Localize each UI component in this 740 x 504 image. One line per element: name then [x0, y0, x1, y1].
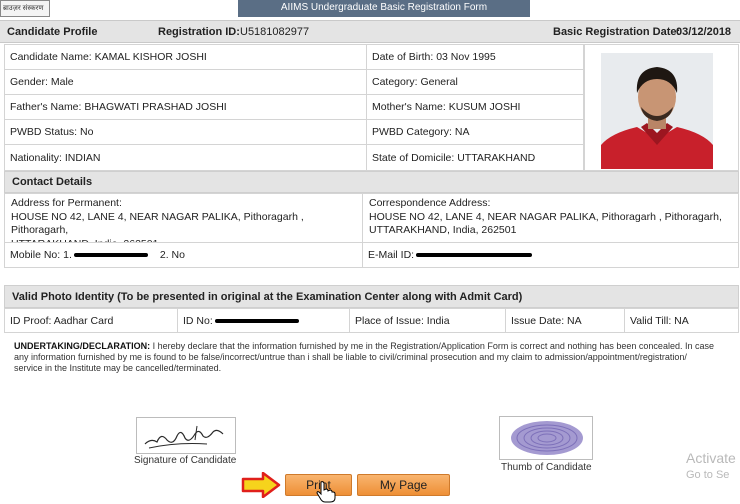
pwbd-category: PWBD Category: NA: [366, 119, 584, 145]
activation-watermark-sub: Go to Se: [686, 469, 730, 481]
pwbd-status: PWBD Status: No: [4, 119, 367, 145]
contact-details-heading: Contact Details: [4, 171, 739, 193]
nationality: Nationality: INDIAN: [4, 144, 367, 171]
gender: Gender: Male: [4, 69, 367, 95]
arrow-right-icon: [241, 472, 281, 498]
profile-heading: Candidate Profile: [7, 26, 98, 38]
permanent-address: Address for Permanent: HOUSE NO 42, LANE…: [4, 193, 363, 250]
activation-watermark: Activate: [686, 450, 736, 466]
thumb-caption: Thumb of Candidate: [501, 462, 592, 473]
redaction-mark: [416, 253, 533, 257]
father-name: Father's Name: BHAGWATI PRASHAD JOSHI: [4, 94, 367, 120]
issue-date: Issue Date: NA: [505, 308, 625, 333]
declaration: UNDERTAKING/DECLARATION: I hereby declar…: [14, 341, 714, 375]
id-proof: ID Proof: Aadhar Card: [4, 308, 178, 333]
registration-label: Registration ID:: [158, 26, 240, 38]
candidate-photo-cell: [584, 44, 739, 171]
signature-caption: Signature of Candidate: [134, 455, 237, 466]
mother-name: Mother's Name: KUSUM JOSHI: [366, 94, 584, 120]
id-number: ID No:: [177, 308, 350, 333]
registration-date: 03/12/2018: [676, 26, 732, 38]
category: Category: General: [366, 69, 584, 95]
correspondence-address: Correspondence Address: HOUSE NO 42, LAN…: [362, 193, 739, 243]
registration-date-label: Basic Registration Date:: [553, 26, 681, 38]
redaction-mark: [73, 253, 148, 257]
top-strip: ब्राउज़र संस्करण AIIMS Undergraduate Bas…: [0, 0, 740, 19]
valid-till: Valid Till: NA: [624, 308, 739, 333]
registration-id: U5181082977: [240, 26, 310, 38]
date-of-birth: Date of Birth: 03 Nov 1995: [366, 44, 584, 70]
candidate-photo: [601, 53, 713, 169]
candidate-name: Candidate Name: KAMAL KISHOR JOSHI: [4, 44, 367, 70]
my-page-button[interactable]: My Page: [357, 474, 450, 496]
place-of-issue: Place of Issue: India: [349, 308, 506, 333]
photo-identity-heading: Valid Photo Identity (To be presented in…: [4, 285, 739, 308]
form-title: AIIMS Undergraduate Basic Registration F…: [238, 0, 530, 17]
state-of-domicile: State of Domicile: UTTARAKHAND: [366, 144, 584, 171]
email-id: E-Mail ID:: [362, 242, 739, 268]
redaction-mark: [214, 318, 299, 323]
signature-image: [136, 417, 236, 454]
thumb-impression-image: [499, 416, 593, 460]
mobile-number: Mobile No: 1. 2. No: [4, 242, 363, 268]
profile-header: Candidate Profile Registration ID: U5181…: [0, 20, 740, 43]
declaration-heading: UNDERTAKING/DECLARATION:: [14, 341, 151, 351]
browser-corner-label: ब्राउज़र संस्करण: [0, 0, 50, 17]
hand-cursor-icon: [316, 481, 336, 503]
